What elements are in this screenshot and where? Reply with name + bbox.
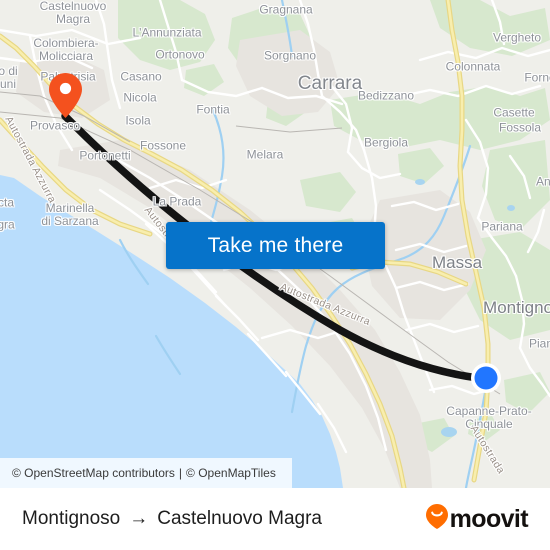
moovit-wordmark: moovit bbox=[449, 504, 529, 533]
moovit-route-map: Castelnuovo Magra Gragnana L'Annunziata Ver… bbox=[0, 0, 550, 550]
destination-dot-marker[interactable] bbox=[470, 362, 502, 394]
route-destination-label: Castelnuovo Magra bbox=[157, 508, 322, 529]
route-origin-label: Montignoso bbox=[22, 508, 121, 529]
route-summary: Montignoso → Castelnuovo Magra bbox=[22, 508, 322, 530]
maptiles-attribution-link[interactable]: © OpenMapTiles bbox=[186, 466, 276, 480]
attribution-separator: | bbox=[178, 466, 183, 480]
map-attribution: © OpenStreetMap contributors | © OpenMap… bbox=[0, 458, 292, 488]
map-canvas[interactable]: Castelnuovo Magra Gragnana L'Annunziata Ver… bbox=[0, 0, 550, 488]
origin-pin-marker[interactable] bbox=[49, 73, 82, 118]
take-me-there-button[interactable]: Take me there bbox=[166, 222, 385, 269]
footer-bar: Montignoso → Castelnuovo Magra moovit bbox=[0, 488, 550, 550]
route-arrow-icon: → bbox=[129, 508, 149, 529]
moovit-logo[interactable]: moovit bbox=[425, 504, 529, 534]
moovit-pin-icon bbox=[425, 504, 448, 534]
osm-attribution-link[interactable]: © OpenStreetMap contributors bbox=[12, 466, 175, 480]
